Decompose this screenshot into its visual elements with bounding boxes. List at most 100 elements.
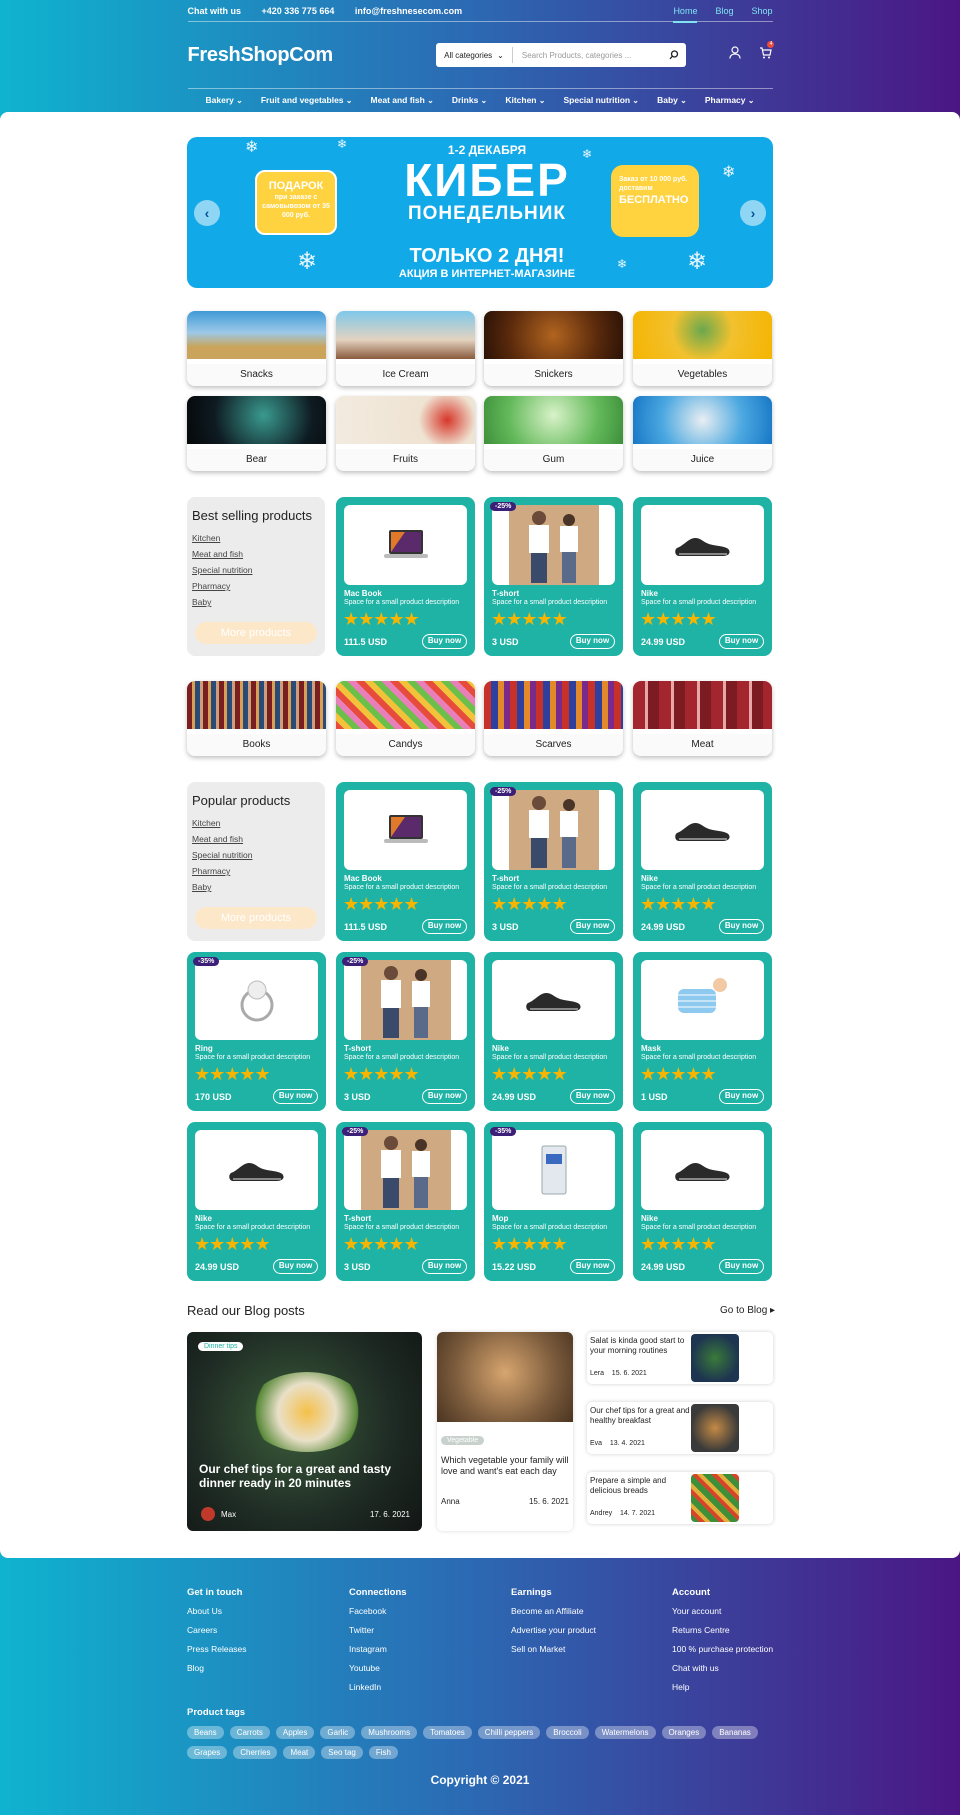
product-card[interactable]: Mask Space for a small product descriptio…: [633, 952, 772, 1111]
footer-link[interactable]: 100 % purchase protection: [672, 1644, 773, 1654]
chevron-left-icon[interactable]: ‹: [194, 200, 220, 226]
product-card[interactable]: Nike Space for a small product descriptio…: [633, 1122, 772, 1281]
buy-now-button[interactable]: Buy now: [570, 1259, 615, 1274]
footer-link[interactable]: Blog: [187, 1663, 247, 1673]
nav-item-drinks[interactable]: Drinks: [452, 95, 487, 105]
buy-now-button[interactable]: Buy now: [719, 1259, 764, 1274]
category-tile-meat[interactable]: Meat: [633, 681, 772, 756]
footer-link[interactable]: Twitter: [349, 1625, 407, 1635]
nav-home-link[interactable]: Home: [673, 0, 698, 23]
tag-chip[interactable]: Carrots: [229, 1726, 270, 1739]
category-tile-fruits[interactable]: Fruits: [336, 396, 475, 471]
product-card[interactable]: -25% T-short Space for a small product des…: [336, 952, 475, 1111]
footer-link[interactable]: Help: [672, 1682, 773, 1692]
cart-icon[interactable]: 4: [759, 41, 775, 64]
footer-link[interactable]: LinkedIn: [349, 1682, 407, 1692]
footer-link[interactable]: About Us: [187, 1606, 247, 1616]
nav-item-pharmacy[interactable]: Pharmacy: [705, 95, 755, 105]
footer-link[interactable]: Youtube: [349, 1663, 407, 1673]
go-to-blog-link[interactable]: Go to Blog ▸: [720, 1305, 775, 1316]
category-tile-vegetables[interactable]: Vegetables: [633, 311, 772, 386]
tag-chip[interactable]: Fish: [368, 1746, 398, 1759]
tag-chip[interactable]: Meat: [283, 1746, 316, 1759]
category-tile-snickers[interactable]: Snickers: [484, 311, 623, 386]
product-card[interactable]: -35% Mop Space for a small product descrip…: [484, 1122, 623, 1281]
product-card[interactable]: Nike Space for a small product descriptio…: [484, 952, 623, 1111]
buy-now-button[interactable]: Buy now: [719, 634, 764, 649]
product-card[interactable]: Mac Book Space for a small product descri…: [336, 782, 475, 941]
category-tile-gum[interactable]: Gum: [484, 396, 623, 471]
promo-banner[interactable]: ❄❄❄❄❄❄❄❄ ПОДАРОКпри заказе с самовывозом…: [187, 137, 773, 288]
nav-item-special-nutrition[interactable]: Special nutrition: [563, 95, 639, 105]
sidebar-link-baby[interactable]: Baby: [192, 882, 320, 892]
product-card[interactable]: -25% T-short Space for a small product des…: [336, 1122, 475, 1281]
tag-chip[interactable]: Grapes: [187, 1746, 228, 1759]
sidebar-link-pharmacy[interactable]: Pharmacy: [192, 581, 320, 591]
footer-link[interactable]: Returns Centre: [672, 1625, 773, 1635]
tag-chip[interactable]: Tomatoes: [423, 1726, 472, 1739]
nav-blog-link[interactable]: Blog: [715, 0, 733, 22]
tag-chip[interactable]: Cherries: [233, 1746, 278, 1759]
product-card[interactable]: Mac Book Space for a small product descri…: [336, 497, 475, 656]
category-tile-candys[interactable]: Candys: [336, 681, 475, 756]
product-card[interactable]: -25% T-short Space for a small product des…: [484, 782, 623, 941]
footer-link[interactable]: Advertise your product: [511, 1625, 596, 1635]
search-input[interactable]: Search Products, categories ...: [513, 51, 662, 60]
buy-now-button[interactable]: Buy now: [570, 634, 615, 649]
sidebar-link-special-nutrition[interactable]: Special nutrition: [192, 565, 320, 575]
sidebar-link-baby[interactable]: Baby: [192, 597, 320, 607]
tag-chip[interactable]: Oranges: [661, 1726, 707, 1739]
buy-now-button[interactable]: Buy now: [719, 919, 764, 934]
email-link[interactable]: info@freshnesecom.com: [355, 6, 462, 16]
sidebar-link-meat-fish[interactable]: Meat and fish: [192, 549, 320, 559]
tag-chip[interactable]: Seo tag: [321, 1746, 363, 1759]
footer-link[interactable]: Instagram: [349, 1644, 407, 1654]
category-tile-books[interactable]: Books: [187, 681, 326, 756]
buy-now-button[interactable]: Buy now: [273, 1089, 318, 1104]
phone-link[interactable]: +420 336 775 664: [262, 6, 335, 16]
buy-now-button[interactable]: Buy now: [719, 1089, 764, 1104]
more-products-button[interactable]: More products: [195, 622, 317, 644]
post-tag[interactable]: Vegetable: [441, 1436, 485, 1445]
sidebar-link-pharmacy[interactable]: Pharmacy: [192, 866, 320, 876]
tag-chip[interactable]: Chilli peppers: [477, 1726, 541, 1739]
footer-link[interactable]: Careers: [187, 1625, 247, 1635]
footer-link[interactable]: Your account: [672, 1606, 773, 1616]
sidebar-link-meat-fish[interactable]: Meat and fish: [192, 834, 320, 844]
nav-shop-link[interactable]: Shop: [751, 0, 772, 22]
buy-now-button[interactable]: Buy now: [570, 919, 615, 934]
product-card[interactable]: Nike Space for a small product descriptio…: [633, 782, 772, 941]
more-products-button[interactable]: More products: [195, 907, 317, 929]
chevron-right-icon[interactable]: ›: [740, 200, 766, 226]
category-tile-juice[interactable]: Juice: [633, 396, 772, 471]
site-logo[interactable]: FreshShopCom: [188, 44, 334, 67]
nav-item-kitchen[interactable]: Kitchen: [505, 95, 545, 105]
sidebar-link-kitchen[interactable]: Kitchen: [192, 818, 320, 828]
footer-link[interactable]: Chat with us: [672, 1663, 773, 1673]
footer-link[interactable]: Become an Affiliate: [511, 1606, 596, 1616]
blog-post-small[interactable]: Salat is kinda good start to your mornin…: [587, 1332, 773, 1384]
buy-now-button[interactable]: Buy now: [422, 1259, 467, 1274]
blog-featured-post[interactable]: Dinner tips Our chef tips for a great an…: [187, 1332, 422, 1531]
category-tile-ice-cream[interactable]: Ice Cream: [336, 311, 475, 386]
search-icon[interactable]: [662, 50, 686, 60]
product-card[interactable]: Nike Space for a small product descriptio…: [633, 497, 772, 656]
product-card[interactable]: Nike Space for a small product descriptio…: [187, 1122, 326, 1281]
tag-chip[interactable]: Mushrooms: [361, 1726, 418, 1739]
product-card[interactable]: -35% Ring Space for a small product descri…: [187, 952, 326, 1111]
tag-chip[interactable]: Garlic: [320, 1726, 356, 1739]
buy-now-button[interactable]: Buy now: [273, 1259, 318, 1274]
category-tile-scarves[interactable]: Scarves: [484, 681, 623, 756]
category-tile-bear[interactable]: Bear: [187, 396, 326, 471]
blog-post-small[interactable]: Prepare a simple and delicious breads And…: [587, 1472, 773, 1524]
user-icon[interactable]: [729, 46, 742, 64]
nav-item-bakery[interactable]: Bakery: [206, 95, 243, 105]
sidebar-link-kitchen[interactable]: Kitchen: [192, 533, 320, 543]
nav-item-baby[interactable]: Baby: [657, 95, 687, 105]
tag-chip[interactable]: Bananas: [712, 1726, 758, 1739]
blog-post-card[interactable]: Vegetable Which vegetable your family wi…: [437, 1332, 573, 1531]
post-tag[interactable]: Dinner tips: [198, 1342, 244, 1351]
buy-now-button[interactable]: Buy now: [422, 919, 467, 934]
nav-item-fruit-veg[interactable]: Fruit and vegetables: [261, 95, 353, 105]
category-select[interactable]: All categories ⌄: [436, 47, 513, 63]
